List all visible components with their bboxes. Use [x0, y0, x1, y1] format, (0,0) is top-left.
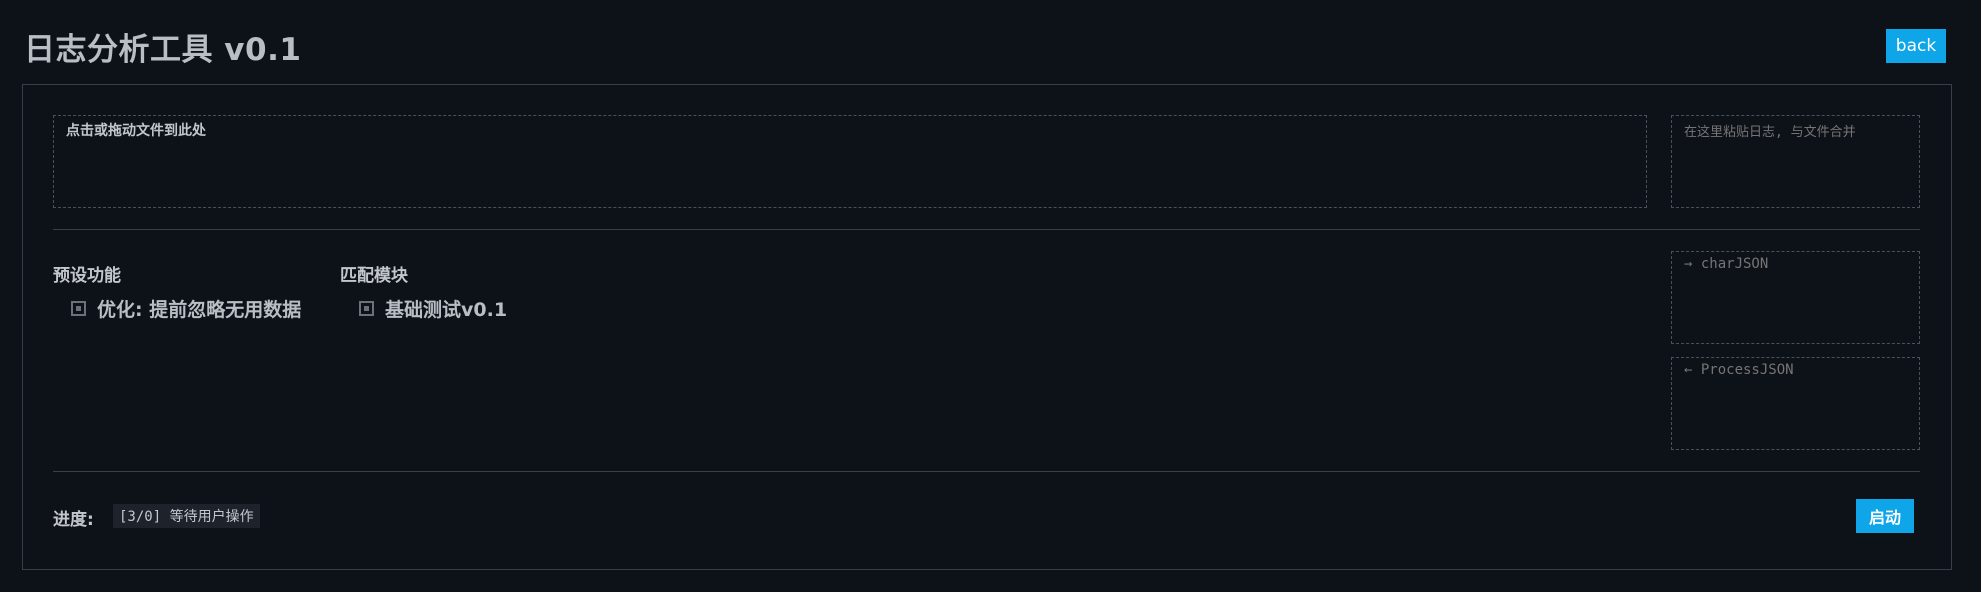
- divider: [53, 471, 1920, 472]
- back-button[interactable]: back: [1886, 29, 1946, 63]
- progress-label: 进度:: [53, 510, 94, 530]
- preset-option-label: 优化: 提前忽略无用数据: [97, 299, 302, 321]
- start-button[interactable]: 启动: [1856, 499, 1914, 533]
- preset-heading: 预设功能: [53, 266, 121, 286]
- dropzone-label: 点击或拖动文件到此处: [66, 123, 206, 139]
- match-option-label: 基础测试v0.1: [385, 299, 508, 321]
- char-json-input[interactable]: [1671, 251, 1920, 344]
- match-option[interactable]: 基础测试v0.1: [359, 295, 507, 322]
- checkbox-icon[interactable]: [359, 301, 374, 316]
- process-json-output[interactable]: [1671, 357, 1920, 450]
- log-paste-input[interactable]: [1671, 115, 1920, 208]
- checkbox-icon[interactable]: [71, 301, 86, 316]
- main-panel: 点击或拖动文件到此处 预设功能 匹配模块 优化: 提前忽略无用数据 基础测试v0…: [22, 84, 1952, 570]
- match-heading: 匹配模块: [340, 266, 408, 286]
- divider: [53, 229, 1920, 230]
- file-dropzone[interactable]: 点击或拖动文件到此处: [53, 115, 1647, 208]
- preset-option[interactable]: 优化: 提前忽略无用数据: [71, 295, 301, 322]
- page-title: 日志分析工具 v0.1: [24, 32, 302, 68]
- progress-status: [3/0] 等待用户操作: [113, 504, 260, 528]
